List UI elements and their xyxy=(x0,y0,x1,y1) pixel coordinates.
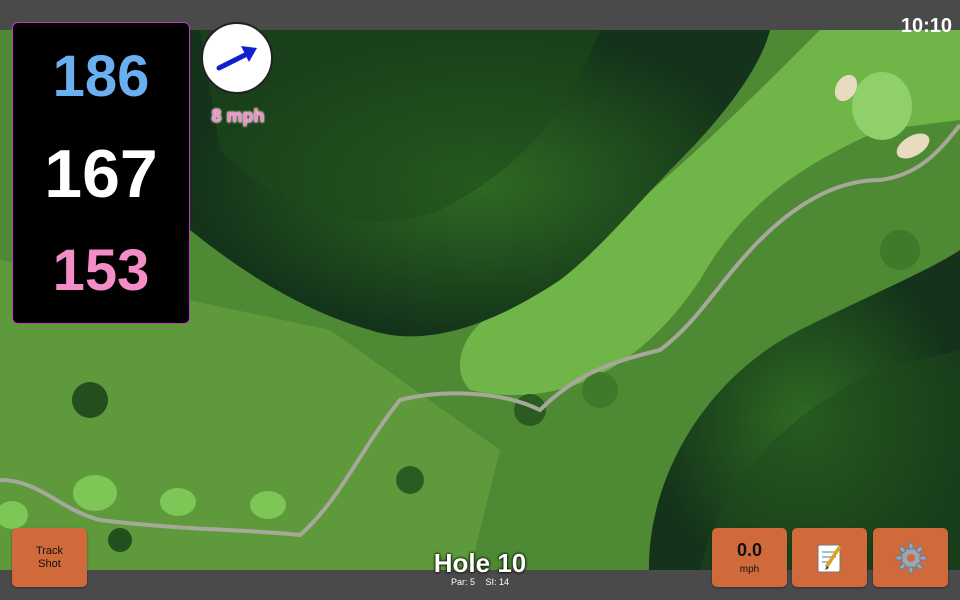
speed-unit: mph xyxy=(739,564,760,575)
hole-title: Hole 10 xyxy=(433,548,527,578)
track-shot-label-line1: Track xyxy=(35,544,64,557)
track-shot-button[interactable]: Track Shot xyxy=(12,528,87,587)
track-shot-label-line2: Shot xyxy=(38,557,61,570)
back-distance: 186 xyxy=(52,44,150,109)
hole-par: Par: 5 xyxy=(450,577,475,587)
settings-button[interactable] xyxy=(873,528,948,587)
middle-distance: 167 xyxy=(44,136,158,212)
hole-stroke-index: SI: 14 xyxy=(485,577,510,587)
front-distance: 153 xyxy=(52,238,150,303)
notes-button[interactable] xyxy=(792,528,867,587)
speed-button[interactable]: 0.0 mph xyxy=(712,528,787,587)
notepad-icon xyxy=(817,544,841,572)
clock: 10:10 xyxy=(900,15,952,37)
wind-arrow-icon xyxy=(216,46,257,71)
distance-panel: 186 167 153 xyxy=(12,22,190,324)
gear-icon xyxy=(895,542,926,573)
wind-speed-label: 8 mph xyxy=(211,106,265,126)
hole-info: Par: 5 SI: 14 xyxy=(380,577,580,587)
speed-value: 0.0 xyxy=(736,540,763,560)
wind-indicator xyxy=(201,22,273,94)
